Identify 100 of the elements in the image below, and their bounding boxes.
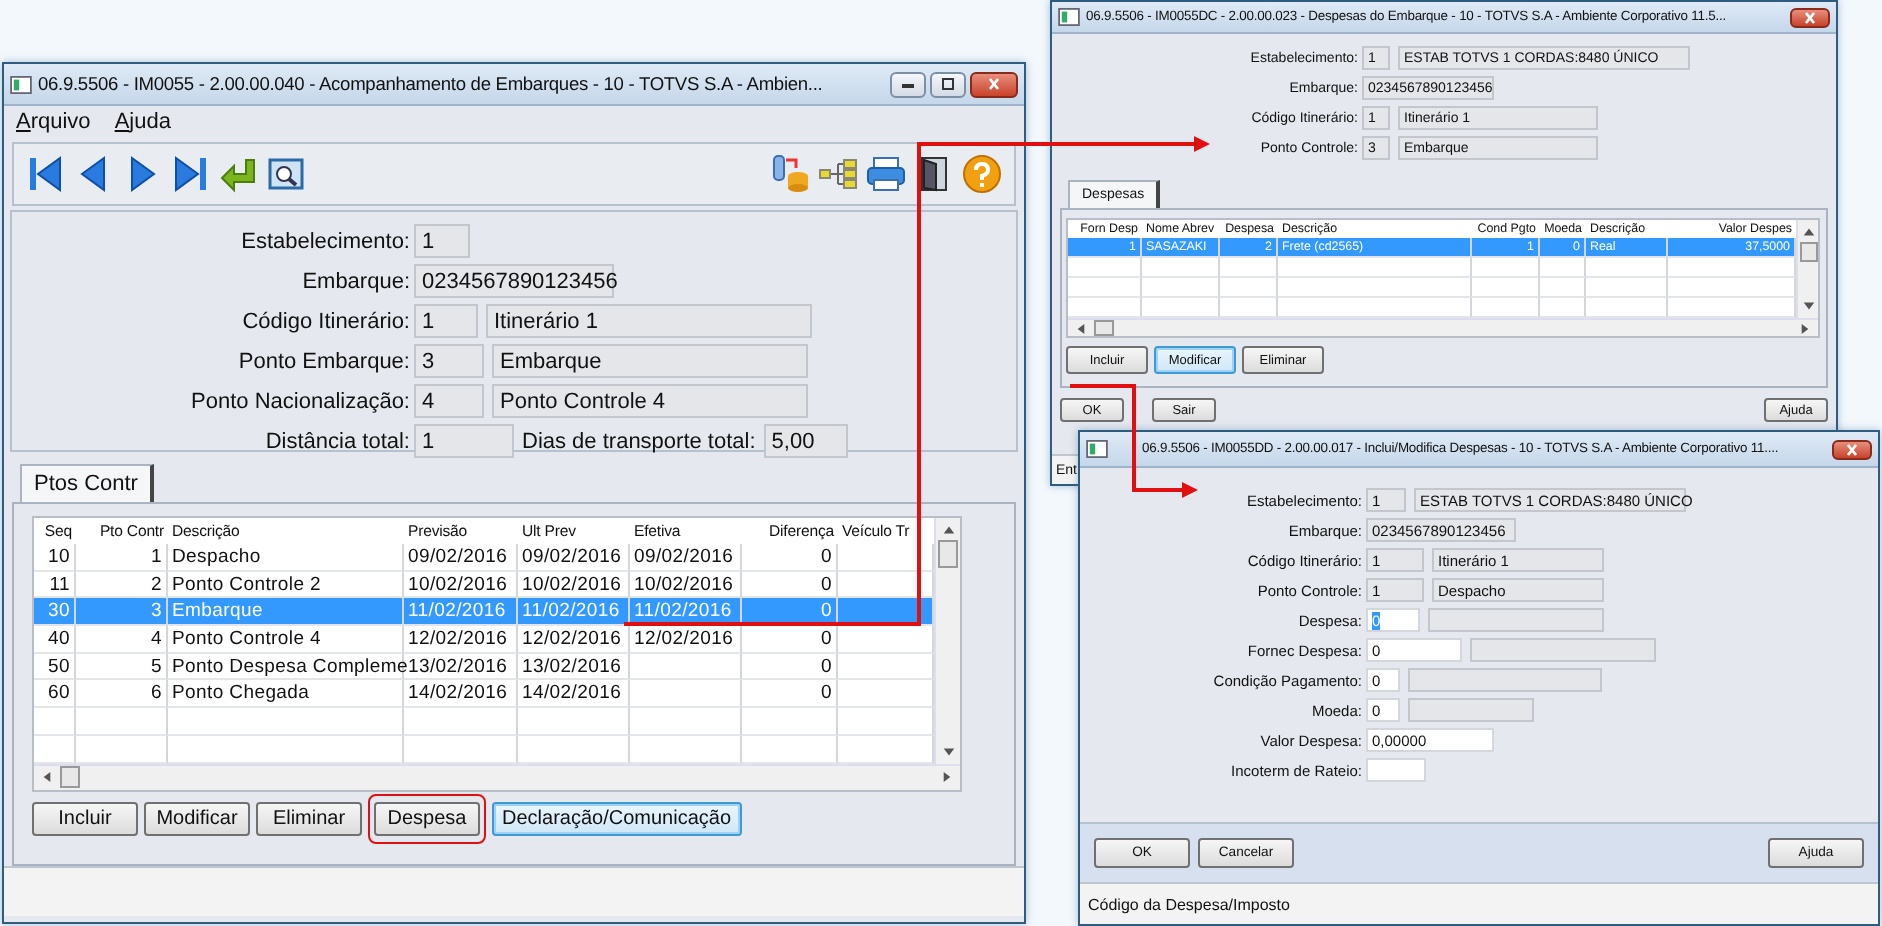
field-label: Estabelecimento:	[239, 229, 410, 253]
app-icon	[1086, 440, 1108, 458]
table-cell: 12/02/2016	[518, 626, 630, 654]
horizontal-scrollbar[interactable]	[34, 763, 960, 789]
action-button[interactable]: Modificar	[144, 801, 250, 835]
table-cell: 6	[76, 680, 168, 709]
return-arrow-icon[interactable]	[218, 154, 258, 194]
empty-cell	[1540, 278, 1586, 298]
input-field[interactable]: Embarque	[492, 344, 808, 378]
empty-cell	[1540, 258, 1586, 278]
table-cell: 12/02/2016	[404, 626, 518, 654]
empty-cell	[1068, 258, 1142, 278]
table-cell: 4	[76, 626, 168, 654]
input-field[interactable]	[1470, 638, 1656, 662]
input-field[interactable]: 1	[414, 224, 470, 258]
field-label: Ponto Embarque:	[236, 349, 410, 373]
scroll-up-icon[interactable]	[941, 524, 955, 536]
table-cell: Despacho	[168, 544, 404, 572]
app-icon	[1058, 8, 1080, 26]
first-record-icon[interactable]	[26, 154, 66, 194]
empty-cell	[630, 708, 742, 736]
table-cell: 5	[76, 653, 168, 681]
empty-cell	[1472, 278, 1540, 298]
table-cell: 0	[742, 626, 838, 654]
last-record-icon[interactable]	[170, 154, 210, 194]
input-field[interactable]: 1	[414, 424, 514, 458]
close-button[interactable]	[1832, 439, 1872, 459]
field-label: Distância total:	[263, 429, 410, 453]
table-row[interactable]: 50 5 Ponto Despesa Compleme13/02/2016 13/02/2016 0	[34, 653, 934, 681]
empty-cell	[1220, 258, 1278, 278]
table-cell: 09/02/2016	[630, 544, 742, 572]
empty-cell	[1220, 278, 1278, 298]
input-field[interactable]: 4	[414, 384, 484, 418]
input-field[interactable]: Itinerário 1	[486, 304, 812, 338]
maximize-button[interactable]	[930, 71, 966, 97]
close-button[interactable]	[970, 71, 1018, 97]
close-icon	[1842, 443, 1862, 455]
scroll-thumb[interactable]	[1094, 320, 1114, 336]
action-button[interactable]: Declaração/Comunicação	[492, 801, 742, 835]
minimize-icon	[898, 78, 918, 90]
input-field[interactable]	[1408, 698, 1534, 722]
empty-cell	[1472, 258, 1540, 278]
table-cell: 09/02/2016	[518, 544, 630, 572]
scroll-down-icon[interactable]	[1801, 300, 1815, 312]
tree-icon[interactable]	[818, 154, 858, 194]
input-field[interactable]	[1408, 668, 1602, 692]
table-cell: 50	[34, 653, 76, 681]
scroll-right-icon[interactable]	[1800, 321, 1810, 335]
field-label: Ponto Nacionalização:	[189, 389, 410, 413]
minimize-button[interactable]	[890, 71, 926, 97]
empty-cell	[1586, 258, 1668, 278]
scroll-left-icon[interactable]	[1076, 321, 1086, 335]
scroll-left-icon[interactable]	[42, 770, 52, 784]
window-title: 06.9.5506 - IM0055 - 2.00.00.040 - Acompanhamento de Embarques - 10 - TOTVS S.A - Ambien...	[38, 74, 825, 94]
printer-icon[interactable]	[866, 154, 906, 194]
maximize-icon	[938, 78, 958, 90]
table-row[interactable]: 40 4 Ponto Controle 4 12/02/2016 12/02/2016 12/02/2016 0	[34, 626, 934, 654]
table-cell: Embarque	[168, 598, 404, 627]
horizontal-scrollbar[interactable]	[1068, 318, 1818, 336]
action-button[interactable]: Eliminar	[256, 801, 362, 835]
table-cell: Ponto Chegada	[168, 680, 404, 709]
input-field[interactable]	[1366, 758, 1426, 782]
scroll-down-icon[interactable]	[941, 745, 955, 757]
input-field[interactable]	[1428, 608, 1604, 632]
scroll-right-icon[interactable]	[942, 770, 952, 784]
table-cell: 09/02/2016	[404, 544, 518, 572]
input-field[interactable]: Ponto Controle 4	[492, 384, 808, 418]
table-row[interactable]: 60 6 Ponto Chegada 14/02/2016 14/02/2016 0	[34, 680, 934, 709]
vertical-scrollbar[interactable]	[1796, 220, 1818, 318]
action-button[interactable]: Incluir	[32, 801, 138, 835]
menu-item[interactable]: Arquivo	[16, 110, 91, 134]
menu-item[interactable]: Ajuda	[114, 110, 171, 134]
table-cell: 0	[742, 544, 838, 572]
table-cell: 11/02/2016	[518, 598, 630, 627]
vertical-scrollbar[interactable]	[934, 518, 960, 763]
table-cell	[630, 680, 742, 709]
input-field[interactable]: 5,00	[763, 424, 848, 458]
empty-cell	[34, 708, 76, 736]
table-cell: 30	[34, 598, 76, 627]
scroll-thumb[interactable]	[60, 766, 80, 788]
input-field[interactable]: 1	[414, 304, 478, 338]
scroll-up-icon[interactable]	[1801, 226, 1815, 238]
input-field[interactable]: 3	[414, 344, 484, 378]
table-row[interactable]: 10 1 Despacho 09/02/2016 09/02/2016 09/02/2016 0	[34, 544, 934, 572]
close-icon	[984, 78, 1004, 90]
table-cell: 14/02/2016	[518, 680, 630, 709]
action-button[interactable]: Despesa	[374, 801, 480, 835]
field-label: Dias de transporte total:	[522, 429, 756, 453]
table-cell: 60	[34, 680, 76, 709]
documents-icon[interactable]	[770, 154, 810, 194]
scroll-thumb[interactable]	[937, 540, 959, 568]
status-text: Código da Despesa/Imposto	[1088, 895, 1290, 913]
scroll-thumb[interactable]	[1799, 242, 1817, 262]
close-button[interactable]	[1790, 7, 1830, 27]
search-icon[interactable]	[266, 154, 306, 194]
help-icon[interactable]	[962, 154, 1002, 194]
empty-cell	[742, 708, 838, 736]
tab[interactable]: Ptos Contr	[20, 464, 154, 502]
input-field[interactable]: 0234567890123456	[414, 264, 614, 298]
table-cell: 0	[742, 680, 838, 709]
